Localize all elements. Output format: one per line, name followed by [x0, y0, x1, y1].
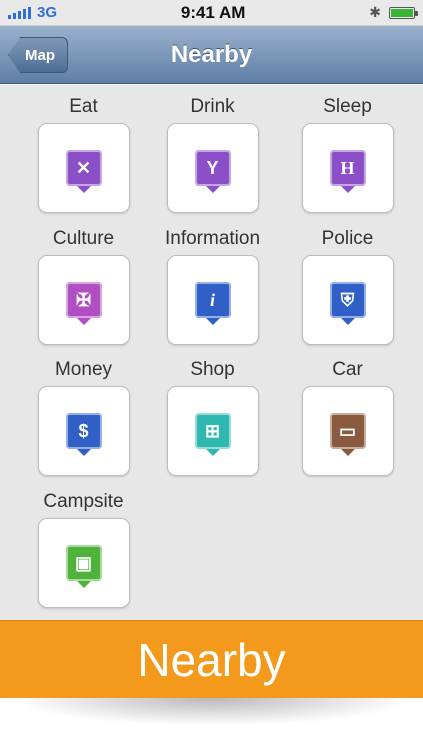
battery-icon — [389, 6, 418, 19]
category-information[interactable]: Information i — [145, 225, 280, 345]
category-button[interactable]: Y — [166, 123, 259, 213]
category-button[interactable]: ✕ — [37, 123, 130, 213]
cart-icon: ⊞ — [194, 413, 231, 456]
signal-bars-icon — [8, 6, 31, 19]
category-label: Culture — [52, 228, 115, 249]
footer-shadow — [10, 698, 413, 726]
utensils-icon: ✕ — [65, 150, 102, 193]
category-label: Campsite — [43, 491, 124, 512]
category-police[interactable]: Police ⛨ — [280, 225, 415, 345]
status-bar: 3G 9:41 AM ✱ — [0, 0, 423, 26]
money-bag-icon: $ — [65, 413, 102, 456]
category-grid: Eat ✕ Drink Y Sleep H Culture ✠ Informat… — [0, 85, 423, 620]
page-title: Nearby — [170, 40, 253, 68]
signal-indicator: 3G — [8, 4, 57, 21]
windmill-icon: ✠ — [65, 282, 102, 325]
category-button[interactable]: $ — [37, 386, 130, 476]
category-label: Eat — [69, 96, 98, 117]
back-button-label: Map — [25, 46, 55, 64]
nearby-footer-bar: Nearby — [0, 620, 423, 698]
category-button[interactable]: ▣ — [37, 518, 130, 608]
info-icon: i — [194, 282, 231, 325]
category-button[interactable]: i — [166, 255, 259, 345]
category-label: Car — [332, 359, 363, 380]
status-time: 9:41 AM — [180, 2, 246, 22]
category-label: Drink — [190, 96, 235, 117]
category-money[interactable]: Money $ — [16, 356, 151, 476]
category-button[interactable]: ▭ — [301, 386, 394, 476]
category-car[interactable]: Car ▭ — [280, 356, 415, 476]
category-button[interactable]: ⛨ — [301, 255, 394, 345]
category-label: Sleep — [323, 96, 372, 117]
car-icon: ▭ — [329, 413, 366, 456]
hotel-icon: H — [329, 150, 366, 193]
shield-icon: ⛨ — [329, 282, 366, 325]
bluetooth-icon: ✱ — [369, 4, 381, 20]
category-label: Shop — [190, 359, 235, 380]
category-label: Police — [321, 228, 374, 249]
category-shop[interactable]: Shop ⊞ — [145, 356, 280, 476]
caravan-icon: ▣ — [65, 545, 102, 588]
category-button[interactable]: H — [301, 123, 394, 213]
navigation-bar: Map Nearby — [0, 26, 423, 84]
category-culture[interactable]: Culture ✠ — [16, 225, 151, 345]
drinks-icon: Y — [194, 150, 231, 193]
category-eat[interactable]: Eat ✕ — [16, 93, 151, 213]
category-label: Money — [54, 359, 113, 380]
footer-title: Nearby — [137, 633, 286, 686]
carrier-label: 3G — [37, 4, 58, 21]
category-campsite[interactable]: Campsite ▣ — [16, 488, 151, 608]
category-drink[interactable]: Drink Y — [145, 93, 280, 213]
category-label: Information — [164, 228, 261, 249]
category-button[interactable]: ⊞ — [166, 386, 259, 476]
category-button[interactable]: ✠ — [37, 255, 130, 345]
back-button[interactable]: Map — [8, 37, 68, 73]
category-sleep[interactable]: Sleep H — [280, 93, 415, 213]
